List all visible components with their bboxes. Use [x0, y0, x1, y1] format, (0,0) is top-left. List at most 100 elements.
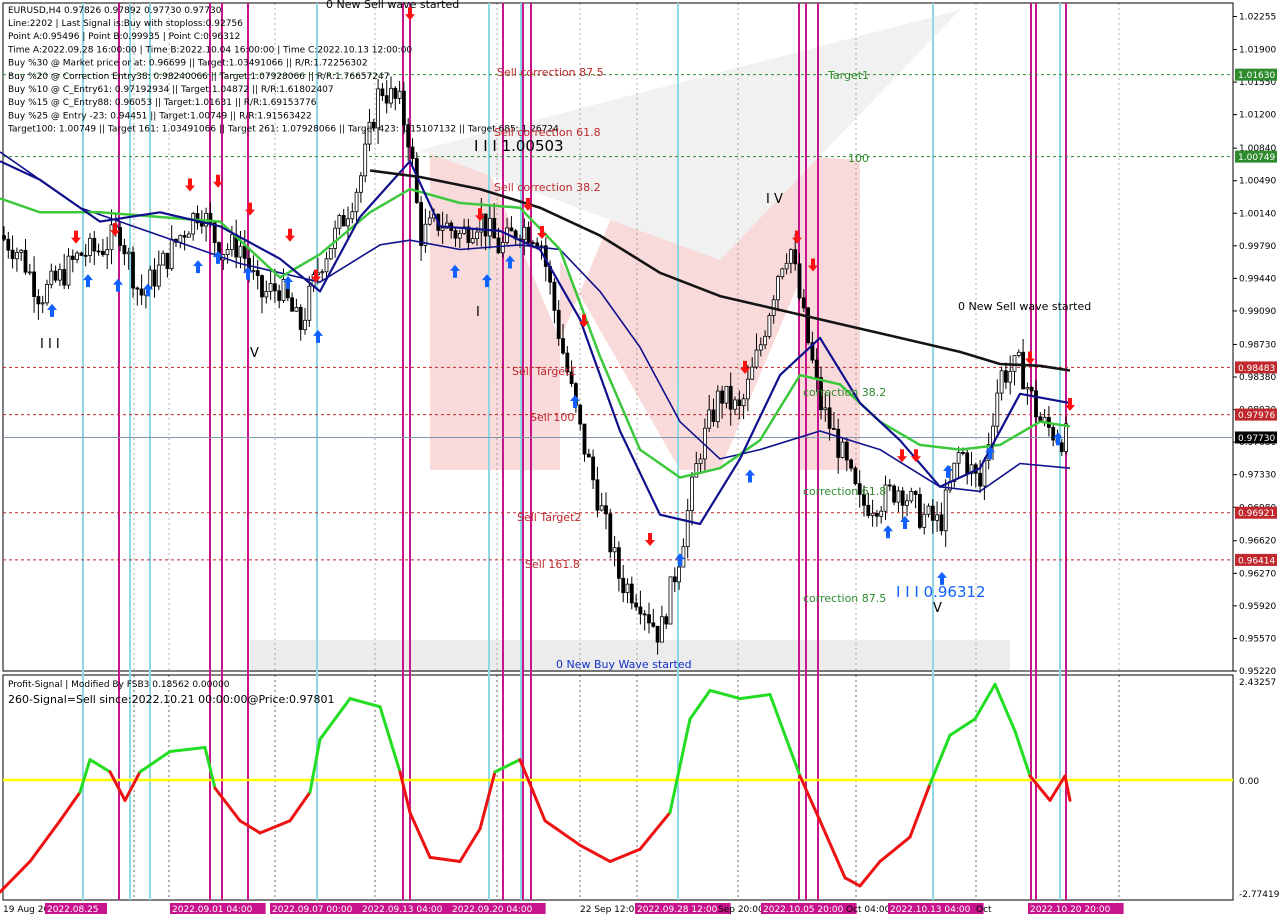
candle-body [393, 87, 398, 99]
candle-body [608, 513, 613, 553]
indicator-tick-label: -2.77419 [1239, 890, 1280, 900]
chart-canvas[interactable]: EURUSD,H4 0.97826 0.97892 0.97730 0.9773… [0, 0, 1280, 920]
candle-body [131, 251, 135, 289]
candle-body [105, 249, 110, 256]
candle-body [522, 226, 527, 240]
candle-body [849, 459, 853, 469]
time-label: 2022.10.13 04:00 [890, 905, 971, 915]
candle-body [965, 452, 970, 475]
candle-body [1016, 351, 1021, 356]
candle-body [152, 269, 157, 287]
price-badge-label: 0.97730 [1238, 434, 1275, 444]
candle-body [272, 283, 277, 292]
candle-body [10, 249, 15, 260]
roman-v-2: V [933, 601, 942, 616]
info-line: Buy %25 @ Entry -23: 0.94451 || Target:1… [8, 111, 312, 121]
candle-body [32, 271, 36, 297]
sell-correction-382: Sell correction 38.2 [494, 181, 601, 194]
sell-correction-875: Sell correction 87.5 [497, 66, 604, 79]
candle-body [724, 385, 729, 404]
price-tick-label: 1.02255 [1239, 12, 1276, 22]
correction-382: correction 38.2 [803, 386, 886, 399]
candle-body [707, 409, 712, 429]
candle-body [582, 423, 587, 455]
candle-body [698, 458, 703, 464]
price-badge-label: 0.96921 [1238, 509, 1275, 519]
candle-body [341, 215, 346, 227]
roman-v: V [250, 346, 259, 361]
time-axis: 19 Aug 20222022.08.25 2022.09.01 04:00 202… [0, 901, 1234, 920]
candle-body [70, 255, 75, 260]
info-line: Point A:0.95496 | Point B:0.99935 | Poin… [8, 32, 240, 42]
candle-body [668, 576, 673, 625]
candle-body [186, 233, 191, 238]
candle-body [191, 213, 196, 235]
candle-body [427, 217, 432, 225]
candle-body [380, 88, 385, 97]
time-label: 2022.10.20 20:00 [1030, 905, 1111, 915]
candle-body [832, 428, 836, 430]
candle-body [298, 307, 303, 331]
candle-body [40, 302, 45, 305]
wave-level-high: I I I 1.00503 [474, 137, 564, 155]
candle-body [887, 484, 892, 487]
candle-body [290, 297, 295, 312]
candle-body [346, 218, 350, 227]
candle-body [27, 271, 32, 274]
time-label: 2022.09.07 00:00 [272, 905, 353, 915]
time-label: 2022.09.28 12:00 [637, 905, 718, 915]
candle-body [492, 217, 497, 239]
candle-body [500, 242, 505, 254]
candle-body [677, 566, 681, 583]
candle-body [879, 510, 884, 517]
candle-body [995, 392, 1000, 427]
wave-level-low: I I I 0.96312 [896, 583, 986, 601]
new-buy-wave: 0 New Buy Wave started [556, 658, 692, 671]
indicator-tick-label: 2.43257 [1239, 678, 1276, 688]
candle-body [780, 268, 785, 278]
candle-body [337, 215, 342, 229]
candle-body [746, 378, 750, 400]
candle-body [496, 237, 501, 254]
candle-body [268, 283, 273, 292]
candle-body [242, 245, 247, 259]
candle-body [1021, 351, 1025, 390]
candle-body [836, 428, 841, 458]
candle-body [617, 547, 621, 579]
label-100: 100 [848, 152, 869, 165]
candle-body [750, 366, 755, 380]
candle-body [672, 576, 677, 583]
candle-body [660, 616, 664, 643]
candle-body [844, 441, 849, 461]
candle-body [651, 622, 656, 627]
new-sell-wave-top: 0 New Sell wave started [326, 0, 459, 11]
candle-body [457, 232, 462, 239]
candle-body [36, 296, 41, 305]
candle-body [685, 510, 690, 548]
candle-body [324, 258, 329, 273]
candle-body [814, 359, 819, 378]
candle-body [1064, 423, 1068, 452]
price-tick-label: 1.00490 [1239, 177, 1276, 187]
candle-body [896, 490, 901, 503]
time-label: 2022.09.20 04:00 [452, 905, 533, 915]
price-tick-label: 0.96620 [1239, 537, 1276, 547]
price-tick-label: 0.95570 [1239, 634, 1276, 644]
candle-body [281, 279, 286, 301]
candle-body [715, 390, 720, 422]
candle-body [905, 500, 909, 506]
info-line: Target100: 1.00749 || Target 161: 1.0349… [7, 125, 559, 135]
candle-body [741, 398, 746, 407]
candle-body [453, 230, 458, 239]
candle-body [655, 625, 660, 643]
candle-body [303, 319, 307, 331]
correction-875: correction 87.5 [803, 592, 886, 605]
candle-body [229, 234, 234, 250]
new-sell-wave-right: 0 New Sell wave started [958, 300, 1091, 313]
candle-body [440, 227, 445, 231]
info-line: Buy %10 @ C_Entry61: 0.97192934 || Targe… [8, 85, 334, 95]
candle-body [122, 245, 127, 255]
candle-body [595, 479, 600, 511]
time-label: 2022.10.05 20:00 [763, 905, 844, 915]
candle-body [475, 231, 479, 239]
